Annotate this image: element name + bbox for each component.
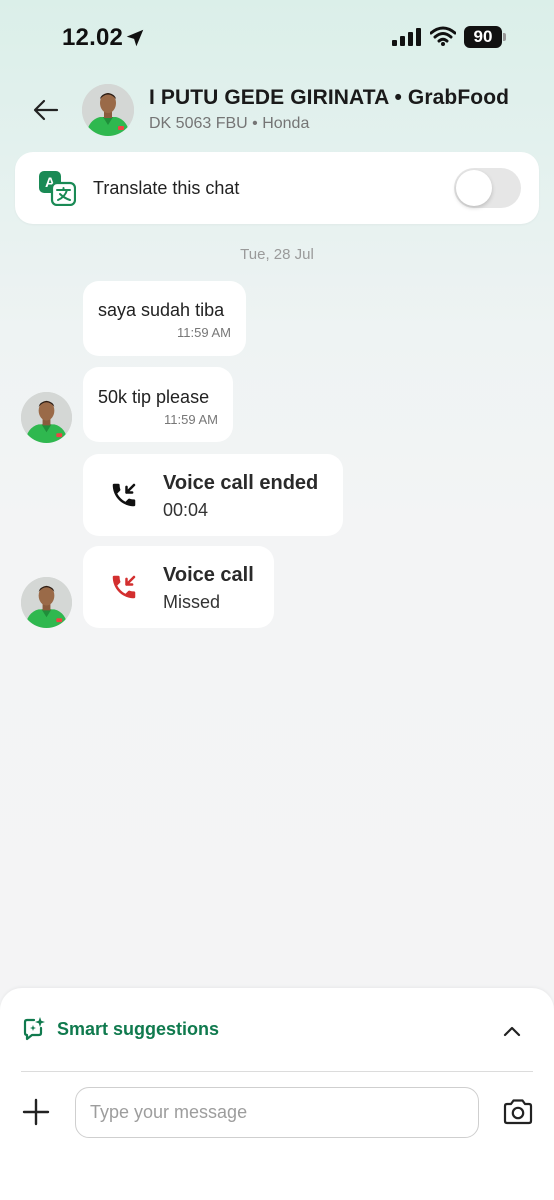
translate-toggle[interactable]: [454, 168, 521, 208]
divider: [21, 1071, 533, 1072]
translate-icon: A: [39, 171, 76, 206]
status-time: 12.02: [62, 24, 124, 51]
call-incoming-icon: [112, 483, 136, 507]
chevron-up-icon[interactable]: [500, 1019, 524, 1043]
call-missed-icon: [112, 575, 136, 599]
battery-icon: 90: [464, 26, 508, 48]
plus-icon[interactable]: [20, 1096, 52, 1128]
battery-level: 90: [464, 26, 502, 48]
smart-suggestions-toggle[interactable]: Smart suggestions: [57, 1019, 219, 1040]
sender-avatar: [21, 577, 72, 628]
message-time: 11:59 AM: [177, 325, 231, 340]
message-text: 50k tip please: [98, 387, 210, 407]
message-input[interactable]: [75, 1087, 479, 1138]
sparkle-chat-icon: [23, 1017, 45, 1041]
message-time: 11:59 AM: [164, 412, 218, 427]
sender-avatar: [21, 392, 72, 443]
location-arrow-icon: [126, 29, 144, 47]
call-duration: 00:04: [163, 500, 209, 520]
signal-icon: [392, 28, 421, 46]
call-title: Voice call: [163, 564, 254, 586]
vehicle-info: DK 5063 FBU • Honda: [149, 115, 310, 132]
driver-avatar[interactable]: [82, 84, 134, 136]
message-text: saya sudah tiba: [98, 300, 225, 320]
call-status: Missed: [163, 592, 221, 612]
back-button[interactable]: [26, 92, 66, 128]
back-arrow-icon: [33, 99, 59, 121]
translate-label: Translate this chat: [93, 178, 240, 198]
toggle-knob: [456, 170, 492, 206]
wifi-icon: [430, 26, 456, 46]
camera-icon[interactable]: [502, 1098, 534, 1126]
driver-name: I PUTU GEDE GIRINATA • GrabFood: [149, 86, 510, 109]
call-title: Voice call ended: [163, 472, 319, 494]
date-separator: Tue, 28 Jul: [240, 246, 314, 263]
